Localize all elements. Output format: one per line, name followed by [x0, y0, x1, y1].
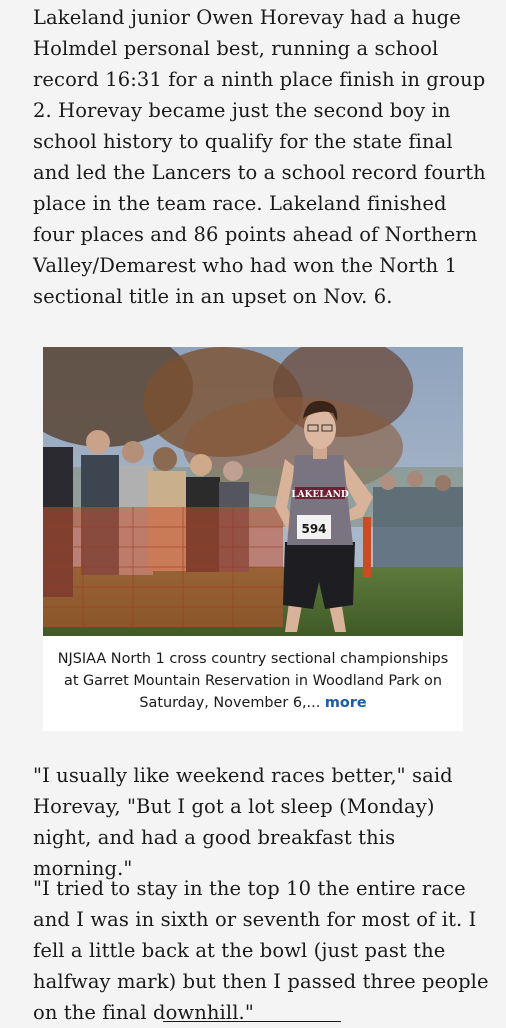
caption-more-link[interactable]: more — [325, 695, 367, 711]
jersey-lettering: LAKELAND — [291, 490, 349, 500]
runner-photo[interactable]: LAKELAND 594 — [43, 347, 463, 636]
text-underline — [163, 1021, 341, 1022]
bib-number: 594 — [301, 522, 326, 536]
article-paragraph: "I tried to stay in the top 10 the entir… — [33, 877, 489, 1024]
article-paragraph: "I usually like weekend races better," s… — [33, 764, 453, 880]
photo-caption: NJSIAA North 1 cross country sectional c… — [57, 648, 449, 714]
article-paragraph: Lakeland junior Owen Horevay had a huge … — [33, 6, 486, 308]
caption-text: NJSIAA North 1 cross country sectional c… — [57, 651, 449, 711]
photo-card[interactable]: LAKELAND 594 NJSIAA North 1 cross countr… — [43, 347, 463, 731]
